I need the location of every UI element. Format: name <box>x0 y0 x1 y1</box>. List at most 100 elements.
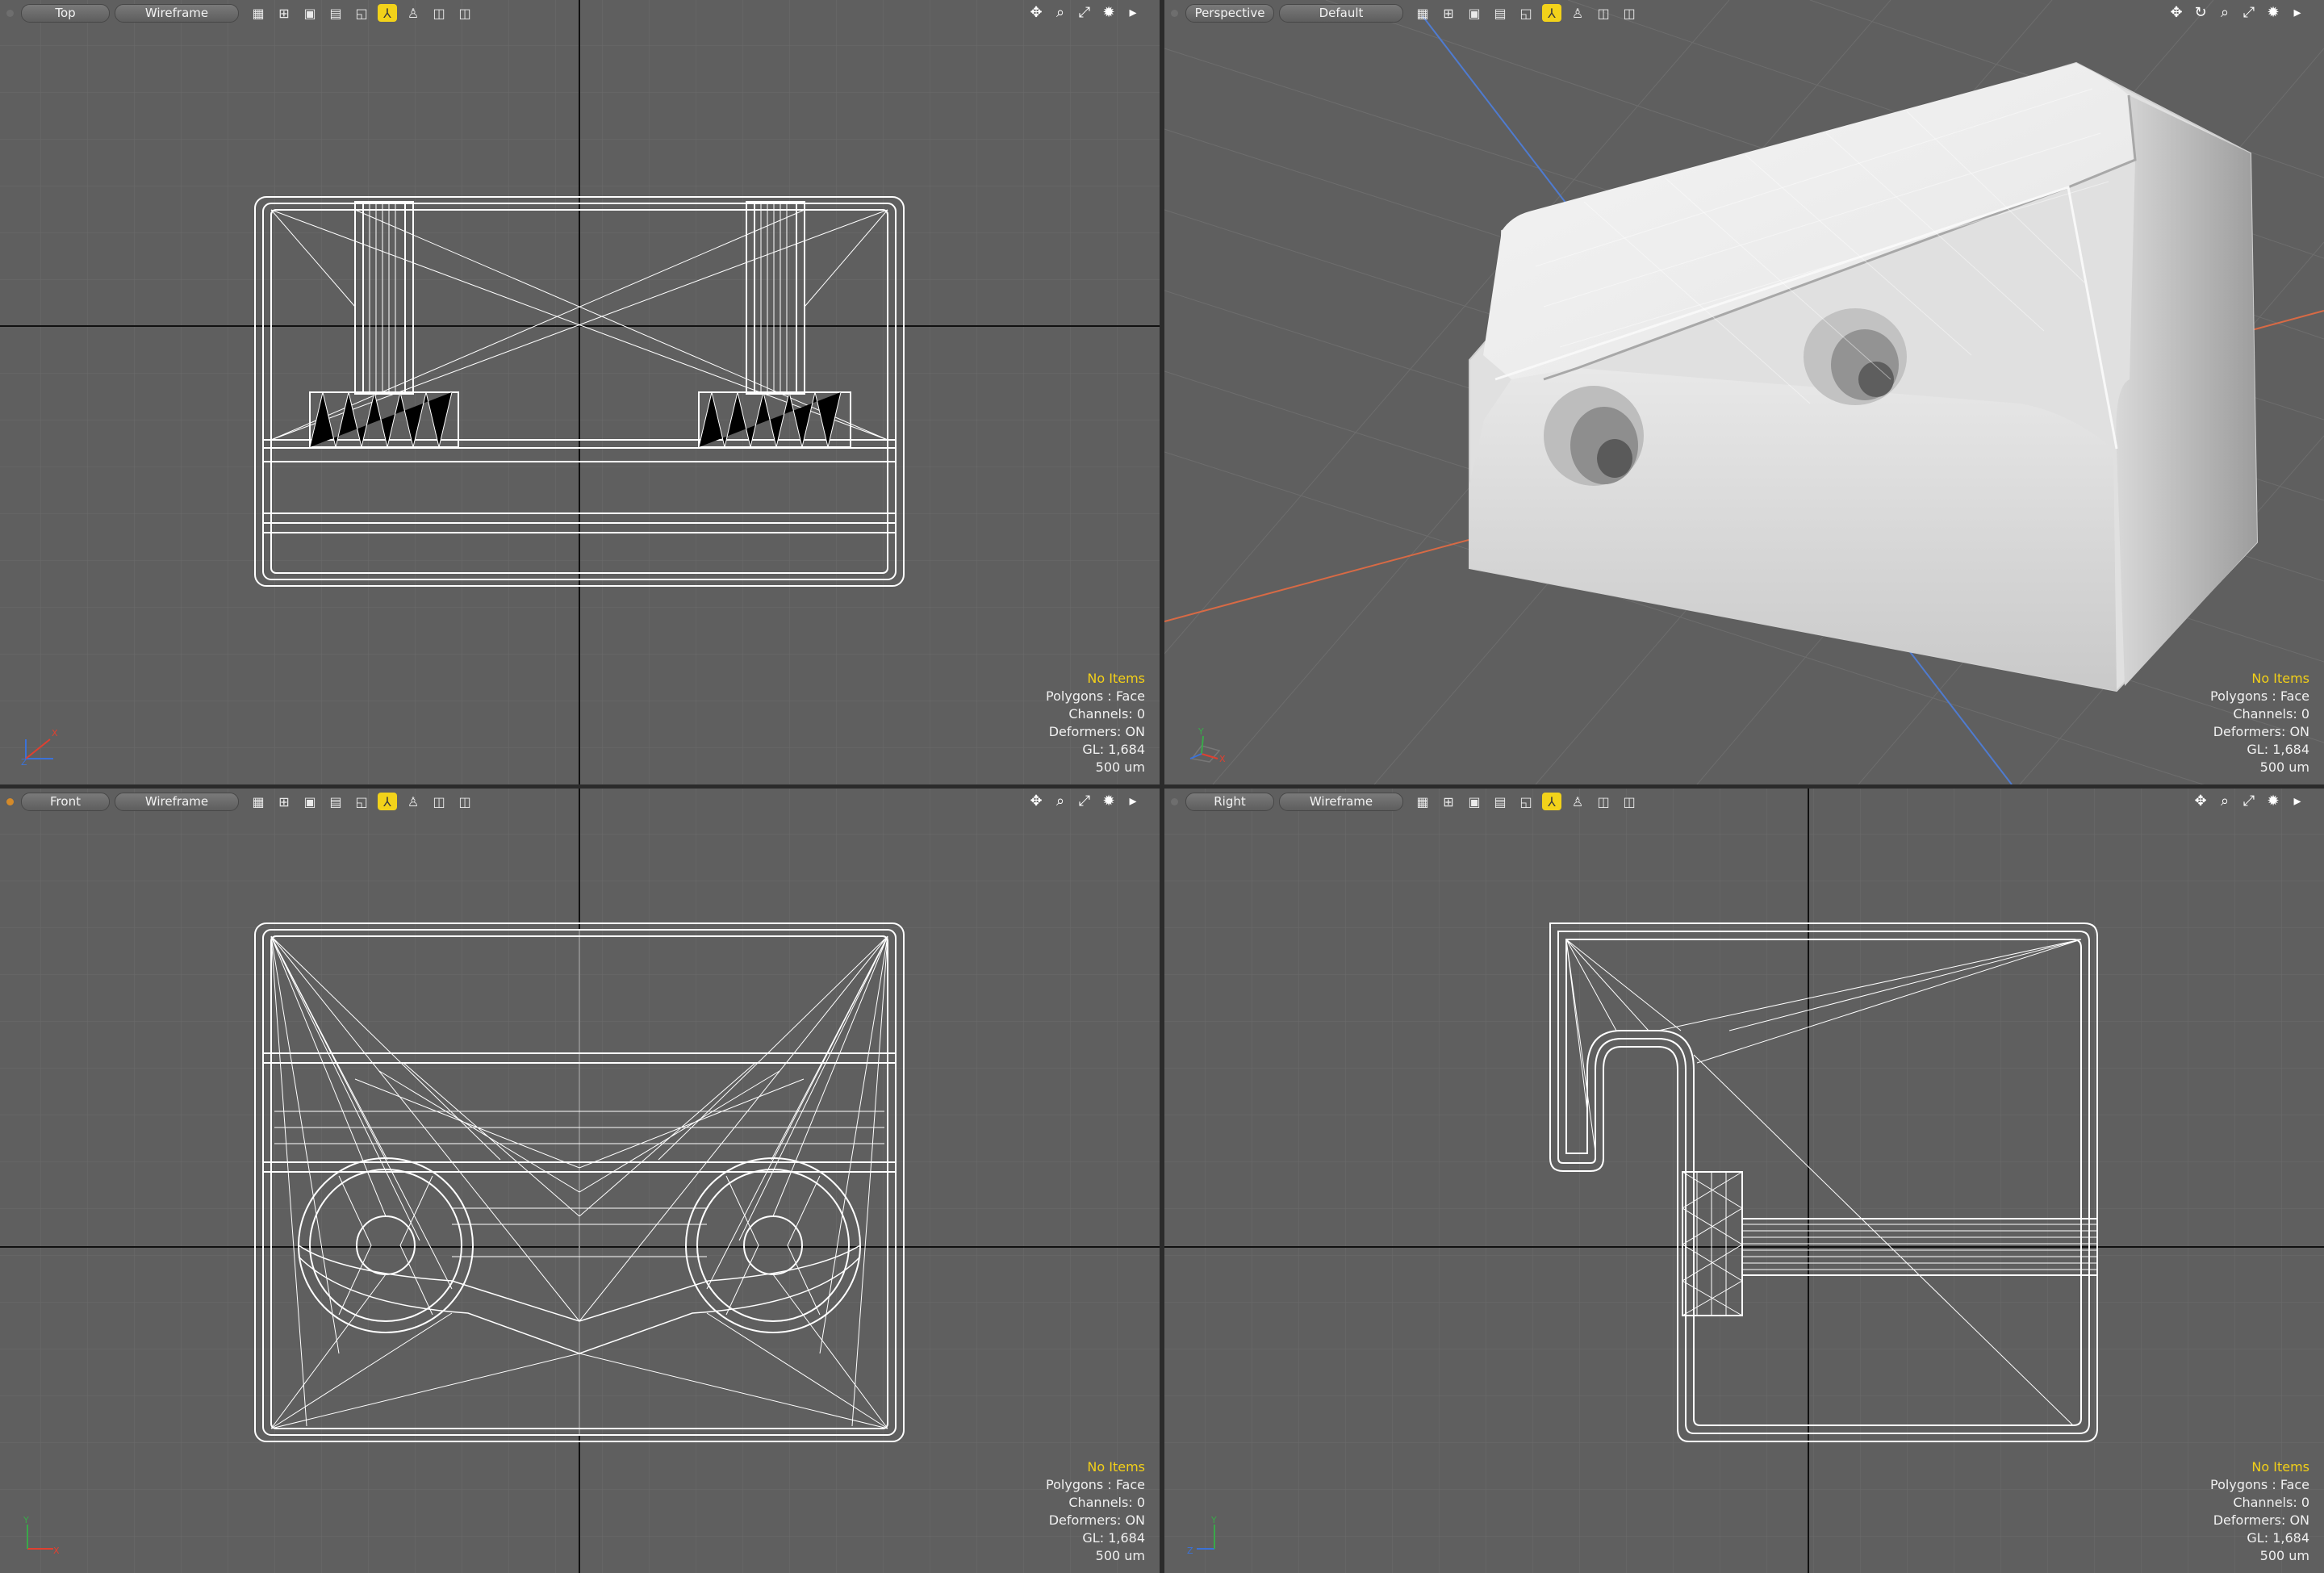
viewport-info: No Items Polygons : Face Channels: 0 Def… <box>1046 670 1145 776</box>
zoom-icon[interactable]: ⌕ <box>1051 792 1069 810</box>
move-icon[interactable]: ✥ <box>2167 3 2185 21</box>
viewport-toolbar: Perspective Default ▦ ⊞ ▣ ▤ ◱ ⅄ ♙ ◫ ◫ ✥ … <box>1164 0 2324 26</box>
fit-icon[interactable]: ⤢ <box>2240 792 2258 810</box>
box-icon[interactable]: ◱ <box>1516 793 1536 810</box>
person-icon[interactable]: ♙ <box>403 4 423 22</box>
fit-icon[interactable]: ⤢ <box>1076 3 1093 21</box>
polygons-status: Polygons : Face <box>2210 688 2309 704</box>
quad-icon[interactable]: ⊞ <box>274 793 294 810</box>
viewport-front[interactable]: Front Wireframe ▦ ⊞ ▣ ▤ ◱ ⅄ ♙ ◫ ◫ ✥ ⌕ ⤢ … <box>0 789 1160 1573</box>
person-icon[interactable]: ♙ <box>1568 793 1587 810</box>
quad-icon[interactable]: ⊞ <box>274 4 294 22</box>
move-icon[interactable]: ✥ <box>2192 792 2209 810</box>
axis-gizmo-icon: X Z <box>21 728 58 767</box>
viewport-info: No Items Polygons : Face Channels: 0 Def… <box>2210 1458 2309 1565</box>
shading-mode-dropdown[interactable]: Wireframe <box>1279 793 1403 811</box>
viewport-toolbar: Front Wireframe ▦ ⊞ ▣ ▤ ◱ ⅄ ♙ ◫ ◫ ✥ ⌕ ⤢ … <box>0 789 1160 814</box>
lines-icon[interactable]: ▤ <box>1490 793 1510 810</box>
box-icon[interactable]: ◱ <box>352 4 371 22</box>
channels-status: Channels: 0 <box>2233 1495 2309 1510</box>
polygons-status: Polygons : Face <box>1046 1477 1145 1492</box>
viewport-toolbar: Top Wireframe ▦ ⊞ ▣ ▤ ◱ ⅄ ♙ ◫ ◫ ✥ ⌕ ⤢ ✹ … <box>0 0 1160 26</box>
scale-status: 500 um <box>2259 1548 2309 1563</box>
grid-icon[interactable]: ▦ <box>249 793 268 810</box>
lines-icon[interactable]: ▤ <box>1490 4 1510 22</box>
person-icon[interactable]: ♙ <box>403 793 423 810</box>
axis-gizmo-icon: Y Z <box>1187 1515 1217 1555</box>
layers-alt-icon[interactable]: ◫ <box>1620 4 1639 22</box>
lines-icon[interactable]: ▤ <box>326 793 345 810</box>
arrow-icon[interactable]: ▸ <box>2288 3 2306 21</box>
viewport-perspective[interactable]: Perspective Default ▦ ⊞ ▣ ▤ ◱ ⅄ ♙ ◫ ◫ ✥ … <box>1164 0 2324 784</box>
view-name-dropdown[interactable]: Top <box>21 4 110 23</box>
settings-icon[interactable]: ✹ <box>1100 792 1118 810</box>
axis-gizmo-icon: X Y <box>1189 726 1226 764</box>
layers-icon[interactable]: ◫ <box>429 793 449 810</box>
fit-icon[interactable]: ⤢ <box>2240 3 2258 21</box>
zoom-icon[interactable]: ⌕ <box>2216 792 2234 810</box>
shading-mode-dropdown[interactable]: Wireframe <box>115 793 239 811</box>
rotate-icon[interactable]: ↻ <box>2192 3 2209 21</box>
box-icon[interactable]: ◱ <box>1516 4 1536 22</box>
layers-icon[interactable]: ◫ <box>429 4 449 22</box>
axis-icon[interactable]: ⅄ <box>1542 4 1561 22</box>
quad-icon[interactable]: ⊞ <box>1439 4 1458 22</box>
channels-status: Channels: 0 <box>1068 706 1145 722</box>
square-icon[interactable]: ▣ <box>300 793 320 810</box>
arrow-icon[interactable]: ▸ <box>1124 792 1142 810</box>
viewport-top[interactable]: Top Wireframe ▦ ⊞ ▣ ▤ ◱ ⅄ ♙ ◫ ◫ ✥ ⌕ ⤢ ✹ … <box>0 0 1160 784</box>
selection-status: No Items <box>1087 671 1145 686</box>
viewport-right[interactable]: Right Wireframe ▦ ⊞ ▣ ▤ ◱ ⅄ ♙ ◫ ◫ ✥ ⌕ ⤢ … <box>1164 789 2324 1573</box>
arrow-icon[interactable]: ▸ <box>2288 792 2306 810</box>
axis-x-label: X <box>52 728 58 738</box>
layers-alt-icon[interactable]: ◫ <box>455 4 474 22</box>
axis-y-label: Y <box>1198 726 1204 737</box>
layers-alt-icon[interactable]: ◫ <box>455 793 474 810</box>
axis-icon[interactable]: ⅄ <box>1542 793 1561 810</box>
viewport-active-indicator[interactable] <box>6 10 14 17</box>
move-icon[interactable]: ✥ <box>1027 792 1045 810</box>
axis-z-label: Z <box>1187 1546 1193 1555</box>
settings-icon[interactable]: ✹ <box>2264 3 2282 21</box>
polygons-status: Polygons : Face <box>2210 1477 2309 1492</box>
arrow-icon[interactable]: ▸ <box>1124 3 1142 21</box>
square-icon[interactable]: ▣ <box>1465 4 1484 22</box>
view-name-dropdown[interactable]: Perspective <box>1185 4 1274 23</box>
viewport-layout: Top Wireframe ▦ ⊞ ▣ ▤ ◱ ⅄ ♙ ◫ ◫ ✥ ⌕ ⤢ ✹ … <box>0 0 2324 1573</box>
axis-icon[interactable]: ⅄ <box>378 4 397 22</box>
layers-icon[interactable]: ◫ <box>1594 4 1613 22</box>
channels-status: Channels: 0 <box>2233 706 2309 722</box>
view-name-dropdown[interactable]: Right <box>1185 793 1274 811</box>
grid-icon[interactable]: ▦ <box>1413 4 1432 22</box>
view-name-dropdown[interactable]: Front <box>21 793 110 811</box>
viewport-active-indicator[interactable] <box>1171 10 1178 17</box>
viewport-toolbar: Right Wireframe ▦ ⊞ ▣ ▤ ◱ ⅄ ♙ ◫ ◫ ✥ ⌕ ⤢ … <box>1164 789 2324 814</box>
shading-mode-dropdown[interactable]: Default <box>1279 4 1403 23</box>
layers-alt-icon[interactable]: ◫ <box>1620 793 1639 810</box>
settings-icon[interactable]: ✹ <box>2264 792 2282 810</box>
zoom-icon[interactable]: ⌕ <box>1051 3 1069 21</box>
fit-icon[interactable]: ⤢ <box>1076 792 1093 810</box>
settings-icon[interactable]: ✹ <box>1100 3 1118 21</box>
shading-mode-dropdown[interactable]: Wireframe <box>115 4 239 23</box>
grid-icon[interactable]: ▦ <box>249 4 268 22</box>
deformers-status: Deformers: ON <box>2213 724 2309 739</box>
square-icon[interactable]: ▣ <box>1465 793 1484 810</box>
quad-icon[interactable]: ⊞ <box>1439 793 1458 810</box>
square-icon[interactable]: ▣ <box>300 4 320 22</box>
viewport-active-indicator[interactable] <box>6 798 14 805</box>
lines-icon[interactable]: ▤ <box>326 4 345 22</box>
axis-icon[interactable]: ⅄ <box>378 793 397 810</box>
move-icon[interactable]: ✥ <box>1027 3 1045 21</box>
person-icon[interactable]: ♙ <box>1568 4 1587 22</box>
box-icon[interactable]: ◱ <box>352 793 371 810</box>
deformers-status: Deformers: ON <box>2213 1512 2309 1528</box>
viewport-active-indicator[interactable] <box>1171 798 1178 805</box>
grid-icon[interactable]: ▦ <box>1413 793 1432 810</box>
channels-status: Channels: 0 <box>1068 1495 1145 1510</box>
polygons-status: Polygons : Face <box>1046 688 1145 704</box>
zoom-icon[interactable]: ⌕ <box>2216 3 2234 21</box>
gl-status: GL: 1,684 <box>1082 1530 1145 1546</box>
scale-status: 500 um <box>2259 759 2309 775</box>
layers-icon[interactable]: ◫ <box>1594 793 1613 810</box>
